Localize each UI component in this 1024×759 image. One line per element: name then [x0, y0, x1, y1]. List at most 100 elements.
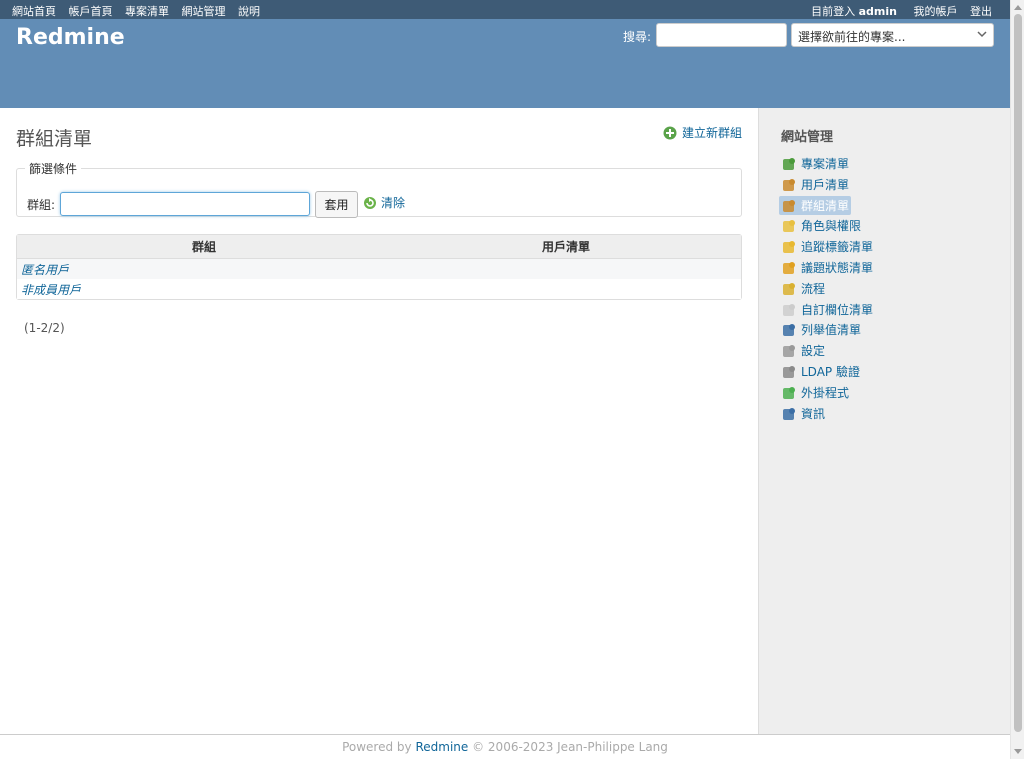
filters-legend: 篩選條件 [29, 162, 78, 176]
page-title: 群組清單 [16, 128, 93, 150]
group-name-cell: 非成員用戶 [17, 279, 391, 299]
sidebar-item: 追蹤標籤清單 [779, 237, 875, 258]
ldap-icon [783, 365, 795, 378]
pagination-count: (1-2/2) [24, 321, 65, 335]
sidebar-link-workflow[interactable]: 流程 [779, 279, 827, 298]
column-header-group[interactable]: 群組 [17, 235, 391, 259]
sidebar-link-roles[interactable]: 角色與權限 [779, 216, 863, 235]
sidebar-item: LDAP 驗證 [779, 362, 875, 383]
sidebar-item: 專案清單 [779, 154, 875, 175]
clear-link[interactable]: 清除 [363, 194, 405, 211]
chevron-down-icon [977, 31, 987, 38]
new-group-label: 建立新群組 [681, 126, 742, 140]
top-menu-administration[interactable]: 網站管理 [182, 5, 226, 18]
main-content: 群組清單 建立新群組 篩選條件 群組: 套用 清除 群組 用戶清單 匿名用戶 非… [0, 108, 758, 734]
custom-fields-icon [783, 303, 795, 316]
clear-label: 清除 [381, 196, 406, 210]
sidebar-link-plugin[interactable]: 外掛程式 [779, 383, 851, 402]
my-account-link[interactable]: 我的帳戶 [914, 5, 958, 18]
logout-link[interactable]: 登出 [970, 5, 992, 18]
table-header-row: 群組 用戶清單 [17, 235, 741, 259]
group-filter-label: 群組: [27, 198, 56, 212]
sidebar-link-enumerations[interactable]: 列舉值清單 [779, 320, 863, 339]
sidebar-item-label: 流程 [801, 281, 826, 296]
top-menu-left: 網站首頁 帳戶首頁 專案清單 網站管理 說明 [12, 3, 269, 19]
sidebar-item-label: 設定 [801, 344, 826, 359]
sidebar-link-info[interactable]: 資訊 [779, 404, 827, 423]
top-menu-projects[interactable]: 專案清單 [125, 5, 169, 18]
scroll-down-arrow-icon[interactable] [1014, 749, 1022, 754]
sidebar-item-label: 追蹤標籤清單 [801, 240, 874, 255]
plugin-icon [783, 386, 795, 399]
sidebar-item: 自訂欄位清單 [779, 300, 875, 321]
settings-gear-icon [783, 345, 795, 358]
sidebar-item: 用戶清單 [779, 175, 875, 196]
logged-user-link[interactable]: admin [859, 5, 897, 18]
apply-button[interactable]: 套用 [315, 191, 358, 218]
top-menu-home[interactable]: 網站首頁 [12, 5, 56, 18]
sidebar-item-label: 外掛程式 [801, 385, 850, 400]
sidebar-item: 流程 [779, 279, 875, 300]
top-menu-my-page[interactable]: 帳戶首頁 [69, 5, 113, 18]
new-group-link[interactable]: 建立新群組 [663, 126, 742, 140]
group-users-cell [391, 279, 741, 299]
projects-icon [783, 158, 795, 170]
search-label: 搜尋: [622, 30, 651, 44]
sidebar-link-group[interactable]: 群組清單 [779, 195, 852, 215]
issue-status-icon [783, 261, 795, 274]
sidebar-link-projects[interactable]: 專案清單 [779, 154, 851, 173]
table-row: 匿名用戶 [17, 259, 741, 279]
sidebar-item-label: 資訊 [801, 406, 826, 421]
sidebar-item-label: 自訂欄位清單 [801, 302, 874, 317]
sidebar-link-custom-fields[interactable]: 自訂欄位清單 [779, 300, 875, 319]
sidebar-item-label: 用戶清單 [801, 177, 850, 192]
logged-as-label: 目前登入 [811, 5, 856, 18]
scrollbar-thumb[interactable] [1014, 14, 1022, 732]
sidebar-item-label: LDAP 驗證 [801, 364, 860, 379]
sidebar-item: 議題狀態清單 [779, 258, 875, 279]
column-header-users[interactable]: 用戶清單 [391, 235, 741, 259]
top-menu-right: 目前登入 admin 我的帳戶 登出 [811, 3, 992, 19]
sidebar-item-label: 議題狀態清單 [801, 260, 874, 275]
group-name-input[interactable] [60, 192, 310, 216]
page-scrollbar[interactable] [1010, 0, 1024, 759]
group-name-cell: 匿名用戶 [17, 259, 391, 279]
user-icon [783, 178, 795, 191]
contextual-actions: 建立新群組 [663, 124, 742, 141]
sidebar-title: 網站管理 [781, 130, 834, 145]
group-link[interactable]: 匿名用戶 [21, 263, 69, 277]
project-jump-select[interactable]: 選擇欲前往的專案... [791, 23, 994, 47]
footer: Powered by Redmine © 2006-2023 Jean-Phil… [0, 734, 1010, 759]
info-icon [783, 407, 795, 420]
sidebar-item: 角色與權限 [779, 216, 875, 237]
table-row: 非成員用戶 [17, 279, 741, 299]
scroll-up-arrow-icon[interactable] [1014, 5, 1022, 10]
sidebar-link-issue-status[interactable]: 議題狀態清單 [779, 258, 875, 277]
sidebar-link-tracker[interactable]: 追蹤標籤清單 [779, 237, 875, 256]
footer-redmine-link[interactable]: Redmine [415, 740, 468, 754]
group-icon [783, 199, 795, 212]
top-menu: 網站首頁 帳戶首頁 專案清單 網站管理 說明 目前登入 admin 我的帳戶 登… [0, 0, 1010, 19]
search-input[interactable] [656, 23, 787, 47]
site-title[interactable]: Redmine [16, 25, 125, 50]
roles-icon [783, 220, 795, 233]
add-icon [663, 126, 677, 140]
logged-as: 目前登入 admin [811, 5, 900, 18]
sidebar-item: 列舉值清單 [779, 320, 875, 341]
sidebar: 網站管理 專案清單用戶清單群組清單 角色與權限追蹤標籤清單 議題狀態清單 流程自訂欄位… [758, 108, 1010, 734]
top-menu-help[interactable]: 說明 [238, 5, 260, 18]
header: Redmine 搜尋: 選擇欲前往的專案... [0, 19, 1010, 108]
sidebar-item: 群組清單 [779, 195, 875, 217]
group-users-cell [391, 259, 741, 279]
reload-icon [364, 197, 376, 209]
footer-copyright: © 2006-2023 Jean-Philippe Lang [472, 740, 668, 754]
sidebar-item: 設定 [779, 341, 875, 362]
group-link[interactable]: 非成員用戶 [21, 283, 81, 297]
sidebar-link-settings-gear[interactable]: 設定 [779, 341, 827, 360]
groups-table: 群組 用戶清單 匿名用戶 非成員用戶 [16, 234, 742, 300]
sidebar-link-ldap[interactable]: LDAP 驗證 [779, 362, 862, 381]
admin-menu: 專案清單用戶清單群組清單 角色與權限追蹤標籤清單 議題狀態清單 流程自訂欄位清單 列舉值… [779, 154, 875, 424]
sidebar-item-label: 專案清單 [801, 157, 850, 171]
sidebar-link-user[interactable]: 用戶清單 [779, 175, 851, 194]
sidebar-item-label: 列舉值清單 [801, 323, 862, 338]
